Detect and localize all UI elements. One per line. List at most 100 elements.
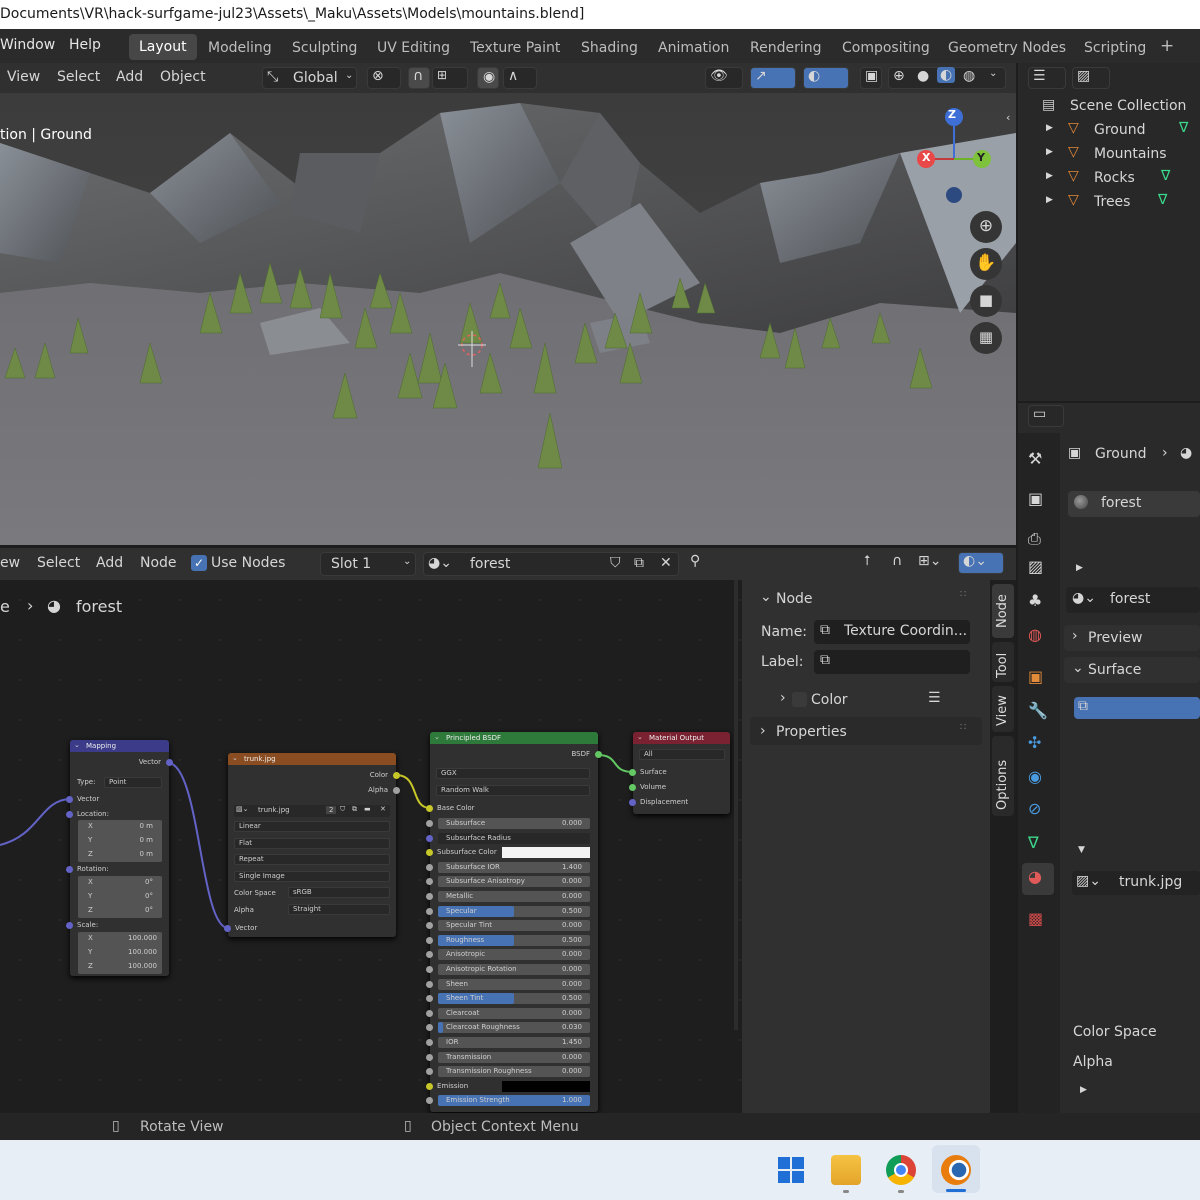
close-icon[interactable]: ✕: [660, 555, 672, 571]
wireframe-shading-icon[interactable]: ⊕: [893, 68, 905, 84]
alpha-mode-dropdown[interactable]: Straight: [288, 904, 390, 915]
xray-toggle[interactable]: ▣: [860, 67, 882, 89]
windows-start-icon[interactable]: [776, 1155, 806, 1185]
material-preview-shading-icon[interactable]: ◐: [937, 67, 956, 83]
user-count[interactable]: 2: [326, 806, 337, 814]
color-checkbox[interactable]: [792, 692, 807, 707]
input-socket[interactable]: [426, 834, 433, 842]
node-section-header[interactable]: ⌄ Node ∷: [750, 584, 982, 612]
hand-icon[interactable]: ✋: [970, 248, 1002, 280]
open-folder-icon[interactable]: ▬: [364, 805, 371, 813]
input-socket[interactable]: [426, 936, 433, 944]
type-dropdown[interactable]: Point: [104, 777, 162, 788]
particles-icon[interactable]: ✣: [1028, 733, 1041, 752]
color-swatch[interactable]: [502, 1080, 590, 1092]
fake-user-shield-icon[interactable]: ⛉: [340, 805, 345, 814]
collapse-chevron-icon[interactable]: ⌄: [232, 754, 238, 762]
surface-panel-header[interactable]: ⌄ Surface: [1064, 657, 1200, 683]
outliner-display-mode-dropdown[interactable]: ☰: [1028, 67, 1066, 89]
input-socket[interactable]: [426, 1097, 433, 1105]
tab-scripting[interactable]: Scripting: [1084, 40, 1146, 56]
filter-dropdown[interactable]: ▨: [1072, 67, 1110, 89]
expand-arrow-icon[interactable]: ▶: [1080, 1085, 1087, 1095]
input-socket[interactable]: [426, 849, 433, 857]
node-header[interactable]: Material Output: [633, 732, 730, 744]
drag-handle-icon[interactable]: ∷: [960, 589, 966, 600]
input-socket[interactable]: [629, 784, 636, 791]
target-dropdown[interactable]: All: [639, 749, 725, 760]
input-socket[interactable]: [224, 925, 231, 932]
mapping-node[interactable]: Mapping ⌄ Vector Type: Point Vector Loca…: [66, 740, 173, 976]
overlays-toggle[interactable]: ◐: [803, 67, 849, 89]
snap-mode-icon[interactable]: ⊞⌄: [918, 553, 941, 569]
mesh-data-icon[interactable]: ∇: [1179, 120, 1188, 136]
perspective-grid-icon[interactable]: ▦: [970, 322, 1002, 354]
collapse-chevron-icon[interactable]: ⌄: [74, 741, 80, 749]
outliner-row-trees[interactable]: ▶ ▽ Trees ∇: [1046, 192, 1200, 215]
parent-node-tree-icon[interactable]: ⭡: [864, 553, 871, 569]
expand-arrow-icon[interactable]: ▶: [1076, 563, 1083, 573]
input-socket[interactable]: [426, 863, 433, 871]
subsurface-method-dropdown[interactable]: Random Walk: [436, 785, 590, 796]
camera-icon[interactable]: ■: [970, 285, 1002, 317]
node-menu-select[interactable]: Select: [37, 555, 80, 571]
tab-rendering[interactable]: Rendering: [750, 40, 822, 56]
surface-node-link-button[interactable]: ⧉: [1074, 697, 1200, 719]
world-icon[interactable]: ◍: [1028, 625, 1042, 644]
input-socket[interactable]: [426, 922, 433, 930]
file-explorer-icon[interactable]: [831, 1155, 861, 1185]
input-socket[interactable]: [426, 1068, 433, 1076]
tab-compositing[interactable]: Compositing: [842, 40, 930, 56]
material-selector[interactable]: ◕⌄ forest ⛉ ⧉ ✕: [423, 552, 679, 576]
pivot-point-dropdown[interactable]: ⊗: [367, 67, 401, 89]
editor-type-dropdown[interactable]: ▭: [1028, 405, 1064, 427]
chevron-right-icon[interactable]: ›: [780, 690, 786, 706]
outliner-row-rocks[interactable]: ▶ ▽ Rocks ∇: [1046, 168, 1200, 191]
interpolation-dropdown[interactable]: Linear: [234, 821, 390, 832]
input-socket[interactable]: [426, 966, 433, 973]
expand-arrow-icon[interactable]: ▶: [1046, 123, 1053, 133]
output-socket[interactable]: [166, 759, 173, 766]
proportional-edit-toggle[interactable]: ◉: [477, 67, 499, 89]
input-socket[interactable]: [66, 866, 73, 873]
node-menu-node[interactable]: Node: [140, 555, 177, 571]
fake-user-shield-icon[interactable]: ⛉: [610, 555, 621, 571]
drag-handle-icon[interactable]: ∷: [960, 722, 966, 733]
mesh-data-icon[interactable]: ∇: [1158, 192, 1167, 208]
duplicate-icon[interactable]: ⧉: [352, 805, 357, 814]
transform-orientation-dropdown[interactable]: ⤡ Global ⌄: [262, 67, 357, 89]
node-header[interactable]: Mapping: [70, 740, 169, 752]
viewport-menu-object[interactable]: Object: [160, 69, 206, 85]
solid-shading-icon[interactable]: ●: [917, 68, 929, 84]
collapse-chevron-icon[interactable]: ⌄: [637, 733, 643, 741]
input-socket[interactable]: [426, 907, 433, 915]
node-header[interactable]: Principled BSDF: [430, 732, 598, 744]
input-socket[interactable]: [426, 1082, 433, 1090]
input-socket[interactable]: [66, 796, 73, 803]
close-icon[interactable]: ✕: [380, 805, 386, 813]
input-socket[interactable]: [426, 1039, 433, 1046]
expand-arrow-icon[interactable]: ▶: [1046, 195, 1053, 205]
outliner-row-scene-collection[interactable]: ▤ Scene Collection: [1026, 97, 1198, 119]
visibility-dropdown[interactable]: 👁: [705, 67, 743, 89]
expand-arrow-icon[interactable]: ▶: [1046, 171, 1053, 181]
tab-texture-paint[interactable]: Texture Paint: [470, 40, 560, 56]
chevron-down-icon[interactable]: ⌄: [989, 68, 997, 79]
viewport-menu-view[interactable]: View: [7, 69, 40, 85]
node-header[interactable]: trunk.jpg: [228, 753, 396, 765]
image-texture-node[interactable]: trunk.jpg ⌄ Color Alpha ▨⌄ trunk.jpg 2 ⛉…: [224, 753, 400, 937]
tab-uv-editing[interactable]: UV Editing: [377, 40, 450, 56]
node-label-field[interactable]: ⧉: [814, 650, 970, 674]
physics-icon[interactable]: ◉: [1028, 767, 1042, 786]
node-overlays-toggle[interactable]: ◐⌄: [958, 552, 1004, 574]
render-icon[interactable]: ▣: [1028, 489, 1043, 508]
input-socket[interactable]: [629, 769, 636, 776]
collapse-arrow-icon[interactable]: ▼: [1078, 845, 1085, 855]
color-swatch[interactable]: [502, 847, 590, 859]
input-socket[interactable]: [426, 820, 433, 827]
duplicate-icon[interactable]: ⧉: [634, 555, 644, 571]
input-socket[interactable]: [426, 995, 433, 1003]
pin-icon[interactable]: ⚲: [690, 553, 700, 569]
tab-modeling[interactable]: Modeling: [208, 40, 272, 56]
list-icon[interactable]: ☰: [928, 690, 941, 706]
